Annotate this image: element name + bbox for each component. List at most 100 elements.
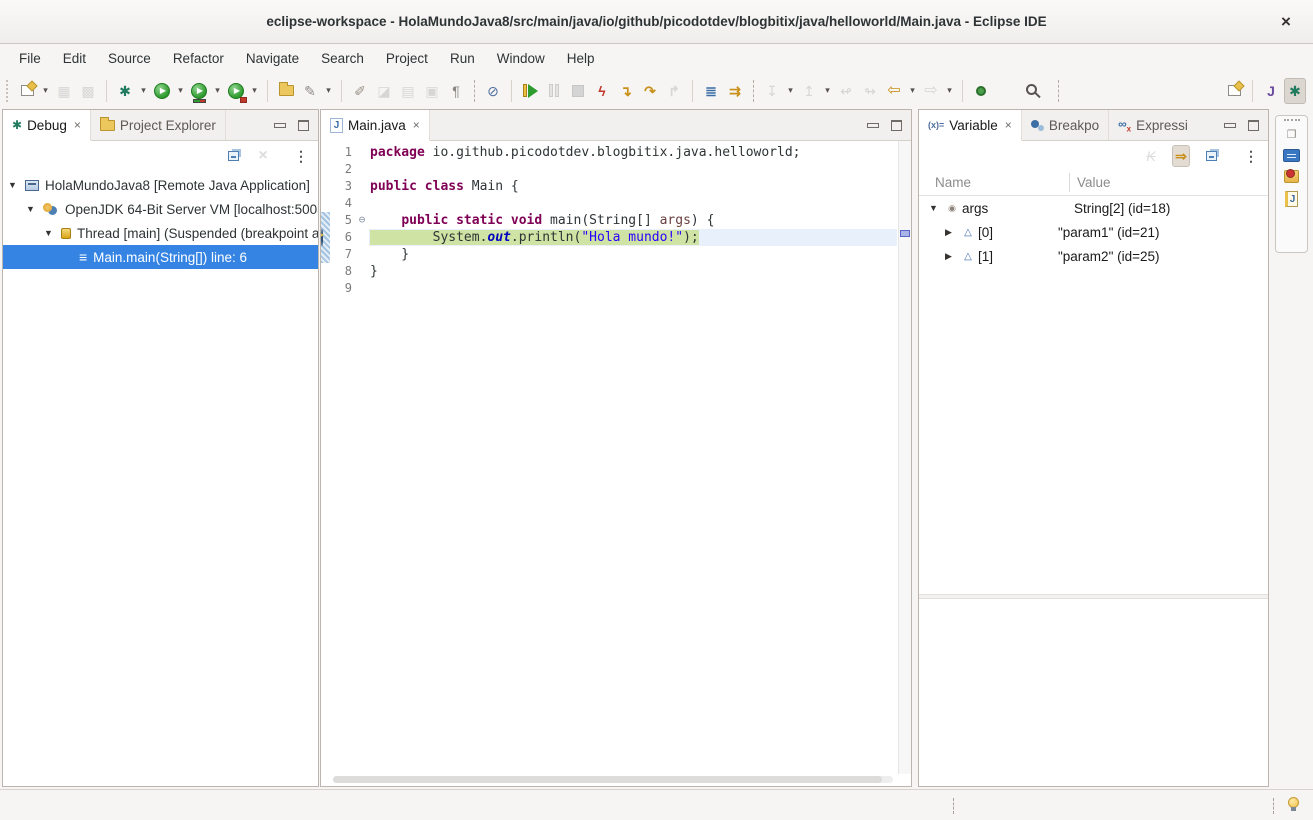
variables-panel-maximize-button[interactable] bbox=[1248, 120, 1259, 131]
annotation-ruler[interactable] bbox=[321, 178, 330, 195]
variable-row[interactable]: ▶ △ [1] "param2" (id=25) bbox=[919, 244, 1268, 268]
problems-view-icon[interactable] bbox=[1284, 170, 1299, 183]
editor-horizontal-scrollbar[interactable] bbox=[333, 776, 893, 783]
show-type-names-button[interactable]: K bbox=[1142, 145, 1160, 167]
javadoc-view-icon[interactable]: J bbox=[1285, 191, 1298, 207]
disconnect-button[interactable]: ϟ bbox=[591, 78, 613, 104]
expander-icon[interactable]: ▼ bbox=[929, 203, 942, 213]
menu-edit[interactable]: Edit bbox=[52, 47, 97, 70]
menu-file[interactable]: File bbox=[8, 47, 52, 70]
java-perspective-button[interactable]: J bbox=[1260, 78, 1282, 104]
back-dropdown[interactable]: ▾ bbox=[906, 78, 919, 104]
menu-window[interactable]: Window bbox=[486, 47, 556, 70]
open-perspective-button[interactable] bbox=[1223, 78, 1245, 104]
external-tools-dropdown[interactable]: ▾ bbox=[248, 78, 261, 104]
tree-item-thread[interactable]: ▼ Thread [main] (Suspended (breakpoint a… bbox=[3, 221, 318, 245]
fold-collapse-icon[interactable]: ⊖ bbox=[355, 212, 369, 229]
annotation-ruler[interactable] bbox=[321, 280, 330, 297]
clear-markers-button[interactable]: ◪ bbox=[373, 78, 395, 104]
debug-button[interactable]: ✱ bbox=[114, 78, 136, 104]
expander-icon[interactable]: ▼ bbox=[26, 204, 37, 214]
tips-lightbulb-icon[interactable] bbox=[1288, 797, 1299, 808]
code-text[interactable]: public static void main(String[] args) { bbox=[369, 212, 897, 229]
expander-icon[interactable]: ▶ bbox=[945, 251, 958, 262]
editor-minimize-button[interactable] bbox=[867, 123, 879, 128]
menu-help[interactable]: Help bbox=[556, 47, 606, 70]
annotation-ruler-method-range[interactable] bbox=[321, 212, 330, 229]
next-edit-location-button[interactable]: ↬ bbox=[859, 78, 881, 104]
forward-dropdown[interactable]: ▾ bbox=[943, 78, 956, 104]
annotation-ruler[interactable] bbox=[321, 144, 330, 161]
new-wizard-button[interactable] bbox=[16, 78, 38, 104]
menu-search[interactable]: Search bbox=[310, 47, 375, 70]
variable-row[interactable]: ▼ ◉ args String[2] (id=18) bbox=[919, 196, 1268, 220]
annotate-button[interactable]: ✎ bbox=[299, 78, 321, 104]
console-view-icon[interactable] bbox=[1283, 149, 1300, 162]
menu-run[interactable]: Run bbox=[439, 47, 486, 70]
code-text[interactable] bbox=[369, 161, 897, 178]
code-text[interactable]: public class Main { bbox=[369, 178, 897, 195]
code-text[interactable] bbox=[369, 195, 897, 212]
remove-all-terminated-button[interactable]: × bbox=[254, 145, 272, 167]
mark-occurrences-button[interactable]: ✐ bbox=[349, 78, 371, 104]
step-return-button[interactable]: ↱ bbox=[663, 78, 685, 104]
code-text[interactable]: package io.github.picodotdev.blogbitix.j… bbox=[369, 144, 897, 161]
menu-source[interactable]: Source bbox=[97, 47, 162, 70]
next-annotation-button[interactable]: ↧ bbox=[761, 78, 783, 104]
terminate-button[interactable] bbox=[567, 78, 589, 104]
annotation-ruler[interactable] bbox=[321, 263, 330, 280]
variables-panel-minimize-button[interactable] bbox=[1224, 123, 1236, 128]
menu-navigate[interactable]: Navigate bbox=[235, 47, 310, 70]
tab-debug[interactable]: ✱ Debug × bbox=[3, 110, 91, 141]
previous-annotation-dropdown[interactable]: ▾ bbox=[821, 78, 834, 104]
editor-maximize-button[interactable] bbox=[891, 120, 902, 131]
tree-item-launch[interactable]: ▼ HolaMundoJava8 [Remote Java Applicatio… bbox=[3, 173, 318, 197]
tab-expressions[interactable]: ∞x Expressi bbox=[1109, 110, 1197, 140]
code-text[interactable]: System.out.println("Hola mundo!"); bbox=[369, 229, 897, 246]
debug-panel-maximize-button[interactable] bbox=[298, 120, 309, 131]
code-text[interactable]: } bbox=[369, 246, 897, 263]
variables-collapse-all-button[interactable] bbox=[1202, 145, 1220, 167]
editor-tab-close-icon[interactable]: × bbox=[413, 118, 420, 132]
code-text[interactable]: } bbox=[369, 263, 897, 280]
suspend-button[interactable] bbox=[543, 78, 565, 104]
debug-dropdown[interactable]: ▾ bbox=[137, 78, 150, 104]
last-edit-location-button[interactable]: ↫ bbox=[835, 78, 857, 104]
collapse-all-button[interactable] bbox=[224, 145, 242, 167]
annotate-dropdown[interactable]: ▾ bbox=[322, 78, 335, 104]
scrollbar-thumb[interactable] bbox=[333, 776, 882, 783]
code-editor[interactable]: 1 package io.github.picodotdev.blogbitix… bbox=[321, 141, 911, 786]
toolbar-drag-handle[interactable] bbox=[6, 80, 11, 102]
tree-item-jvm[interactable]: ▼ OpenJDK 64-Bit Server VM [localhost:50… bbox=[3, 197, 318, 221]
debug-view-menu-button[interactable]: ⋮ bbox=[292, 145, 310, 167]
show-source-button[interactable]: ▣ bbox=[421, 78, 443, 104]
annotation-ruler-method-range[interactable] bbox=[321, 246, 330, 263]
expander-icon[interactable]: ▶ bbox=[945, 227, 958, 238]
show-whitespace-button[interactable]: ¶ bbox=[445, 78, 467, 104]
annotation-ruler-method-range[interactable] bbox=[321, 229, 330, 246]
drop-to-frame-button[interactable]: ≣ bbox=[700, 78, 722, 104]
link-with-editor-button[interactable]: ▤ bbox=[397, 78, 419, 104]
restore-views-icon[interactable]: ❐ bbox=[1287, 130, 1297, 141]
tab-main-java[interactable]: J Main.java × bbox=[321, 110, 430, 141]
overview-current-line-marker[interactable] bbox=[900, 230, 910, 237]
code-text[interactable] bbox=[369, 280, 897, 297]
menu-refactor[interactable]: Refactor bbox=[162, 47, 235, 70]
tab-project-explorer[interactable]: Project Explorer bbox=[91, 110, 226, 140]
tab-breakpoints[interactable]: Breakpo bbox=[1022, 110, 1109, 140]
minibar-drag-handle[interactable] bbox=[1284, 119, 1300, 122]
step-into-button[interactable]: ↴ bbox=[615, 78, 637, 104]
search-button[interactable] bbox=[1021, 78, 1043, 104]
annotation-ruler[interactable] bbox=[321, 161, 330, 178]
save-all-button[interactable]: ▩ bbox=[77, 78, 99, 104]
run-button[interactable]: ▶ bbox=[151, 78, 173, 104]
column-divider[interactable] bbox=[1069, 173, 1070, 192]
use-step-filters-button[interactable]: ⇉ bbox=[724, 78, 746, 104]
coverage-button[interactable]: ▶ bbox=[188, 78, 210, 104]
external-tools-button[interactable]: ▶ bbox=[225, 78, 247, 104]
debug-tab-close-icon[interactable]: × bbox=[74, 118, 81, 132]
debug-panel-minimize-button[interactable] bbox=[274, 123, 286, 128]
save-button[interactable]: ▦ bbox=[53, 78, 75, 104]
open-task-button[interactable] bbox=[275, 78, 297, 104]
expander-icon[interactable]: ▼ bbox=[8, 180, 19, 190]
